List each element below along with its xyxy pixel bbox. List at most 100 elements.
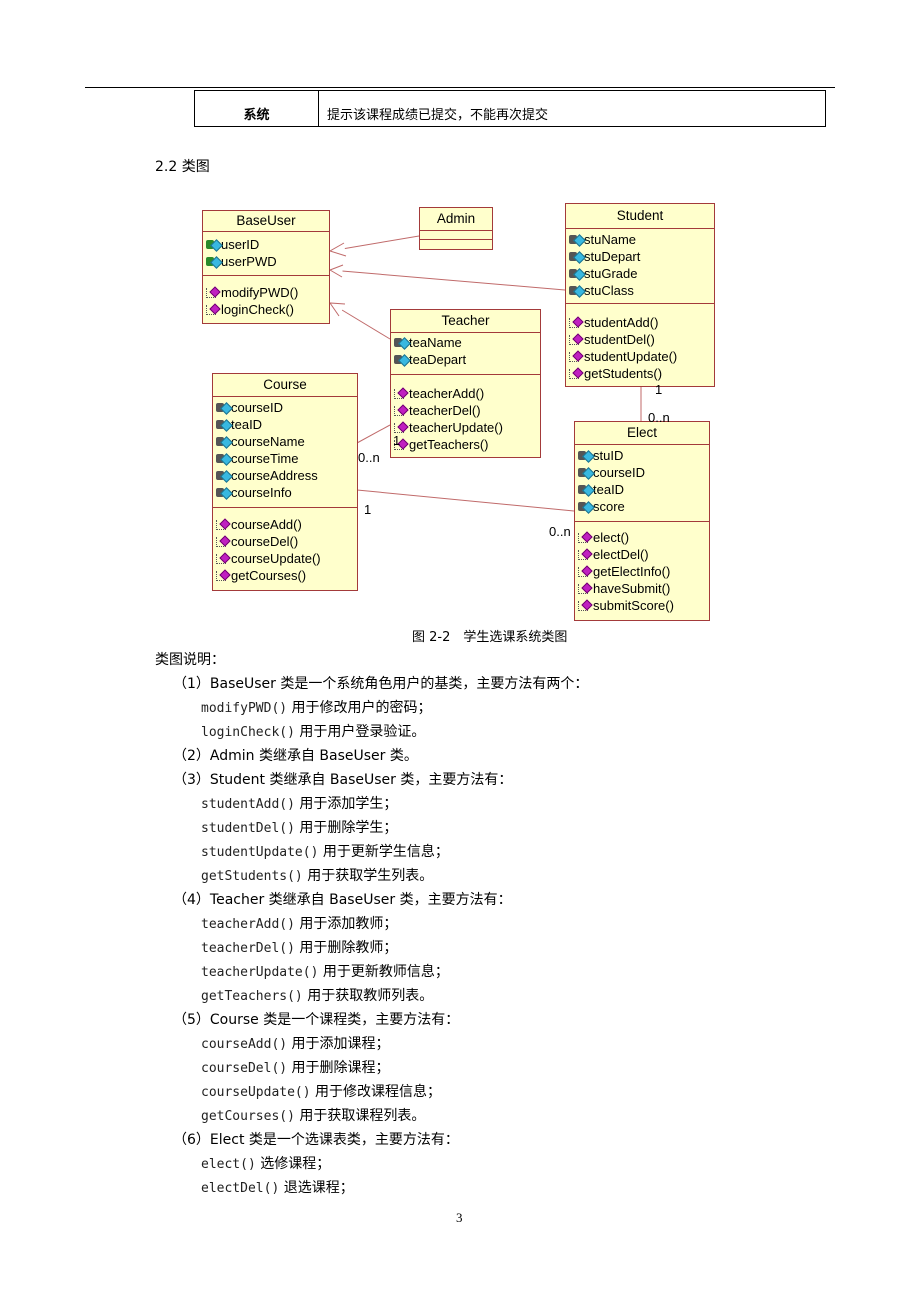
multiplicity-label: 0..n [648, 410, 670, 425]
method-code: getTeachers() [201, 989, 303, 1004]
method-code: electDel() [201, 1181, 280, 1196]
method-description: 用于添加学生； [294, 796, 398, 812]
attribute-row: stuID [577, 447, 709, 464]
attribute-row: stuDepart [568, 248, 714, 265]
attribute-label: userPWD [221, 254, 277, 269]
admin-inherit-arrow [328, 242, 347, 257]
description-item-title: （6）Elect 类是一个选课表类，主要方法有： [173, 1132, 459, 1148]
method-label: electDel() [593, 547, 649, 562]
method-description: 用于删除课程； [287, 1060, 390, 1076]
method-code: studentAdd() [201, 797, 295, 812]
description-method-line: teacherUpdate() 用于更新教师信息； [155, 960, 855, 984]
method-code: studentUpdate() [201, 845, 319, 860]
attribute-label: stuDepart [584, 249, 641, 264]
attribute-label: teaID [231, 417, 263, 432]
attribute-icon [205, 256, 221, 268]
attribute-icon [577, 484, 593, 496]
method-row: teacherAdd() [393, 385, 540, 402]
method-section: studentAdd() studentDel() studentUpdate(… [566, 304, 714, 386]
attribute-label: userID [221, 237, 260, 252]
method-description: 用于用户登录验证。 [294, 724, 426, 740]
attribute-icon [577, 450, 593, 462]
method-icon [393, 405, 409, 417]
multiplicity-label: 1 [364, 502, 372, 517]
method-icon [215, 553, 231, 565]
method-label: elect() [593, 530, 630, 545]
method-row: loginCheck() [205, 301, 329, 318]
method-icon [568, 368, 584, 380]
method-label: studentAdd() [584, 315, 659, 330]
method-label: studentDel() [584, 332, 655, 347]
description-method-line: studentDel() 用于删除学生； [155, 816, 855, 840]
attribute-label: teaDepart [409, 352, 467, 367]
description-item-title: （2）Admin 类继承自 BaseUser 类。 [173, 748, 418, 764]
attribute-row: userPWD [205, 253, 329, 270]
method-code: getCourses() [201, 1109, 295, 1124]
method-description: 用于删除教师； [294, 940, 398, 956]
attribute-row: courseID [577, 464, 709, 481]
method-code: elect() [201, 1157, 256, 1172]
class-name: Course [213, 374, 357, 397]
student-inherit-arrow [328, 264, 344, 278]
method-code: getStudents() [201, 869, 303, 884]
attribute-icon [393, 337, 409, 349]
method-row: courseUpdate() [215, 550, 357, 567]
method-section: elect() electDel() getElectInfo() haveSu… [575, 522, 709, 618]
method-icon [393, 422, 409, 434]
method-description: 用于获取课程列表。 [294, 1108, 426, 1124]
method-description: 用于获取学生列表。 [302, 868, 434, 884]
attribute-icon [568, 285, 584, 297]
class-diagram: BaseUser userID userPWD modifyPWD() logi… [0, 0, 920, 640]
multiplicity-label: 1 [655, 382, 663, 397]
page-number: 3 [456, 1210, 463, 1225]
method-description: 用于删除学生； [294, 820, 398, 836]
figure-caption: 图 2-2 学生选课系统类图 [412, 630, 568, 645]
attribute-section: teaName teaDepart [391, 333, 540, 375]
method-icon [215, 536, 231, 548]
method-row: modifyPWD() [205, 284, 329, 301]
method-code: courseDel() [201, 1061, 288, 1076]
attribute-label: courseAddress [231, 468, 318, 483]
class-teacher: Teacher teaName teaDepart teacherAdd() t… [390, 309, 541, 458]
attribute-row: userID [205, 236, 329, 253]
description-item-title: （3）Student 类继承自 BaseUser 类，主要方法有： [173, 772, 513, 788]
attribute-row: score [577, 498, 709, 515]
method-row: getTeachers() [393, 436, 540, 453]
method-icon [568, 351, 584, 363]
teacher-course-line [356, 424, 391, 444]
method-description: 选修课程； [255, 1156, 331, 1172]
method-code: courseUpdate() [201, 1085, 311, 1100]
attribute-label: courseTime [231, 451, 299, 466]
attribute-section: courseID teaID courseName courseTime cou… [213, 397, 357, 508]
attribute-icon [568, 268, 584, 280]
method-icon [577, 549, 593, 561]
attribute-label: score [593, 499, 625, 514]
method-label: haveSubmit() [593, 581, 671, 596]
description-method-line: elect() 选修课程； [155, 1152, 855, 1176]
description-method-line: studentUpdate() 用于更新学生信息； [155, 840, 855, 864]
class-name: Student [566, 204, 714, 229]
method-description: 用于更新教师信息； [318, 964, 449, 980]
method-description: 用于修改课程信息； [310, 1084, 442, 1100]
method-label: teacherDel() [409, 403, 481, 418]
attribute-label: teaID [593, 482, 625, 497]
description-method-line: loginCheck() 用于用户登录验证。 [155, 720, 855, 744]
method-icon [577, 566, 593, 578]
attribute-icon [215, 453, 231, 465]
method-label: loginCheck() [221, 302, 294, 317]
method-icon [215, 570, 231, 582]
description-method-line: teacherAdd() 用于添加教师； [155, 912, 855, 936]
attribute-label: courseInfo [231, 485, 292, 500]
method-row: getElectInfo() [577, 563, 709, 580]
attribute-label: stuID [593, 448, 624, 463]
method-icon [205, 304, 221, 316]
method-label: teacherUpdate() [409, 420, 503, 435]
method-row: electDel() [577, 546, 709, 563]
method-label: submitScore() [593, 598, 674, 613]
method-row: courseDel() [215, 533, 357, 550]
method-section: courseAdd() courseDel() courseUpdate() g… [213, 508, 357, 588]
attribute-icon [577, 467, 593, 479]
method-section: teacherAdd() teacherDel() teacherUpdate(… [391, 375, 540, 457]
description-method-line: electDel() 退选课程； [155, 1176, 855, 1200]
admin-inherit-line [341, 235, 420, 250]
